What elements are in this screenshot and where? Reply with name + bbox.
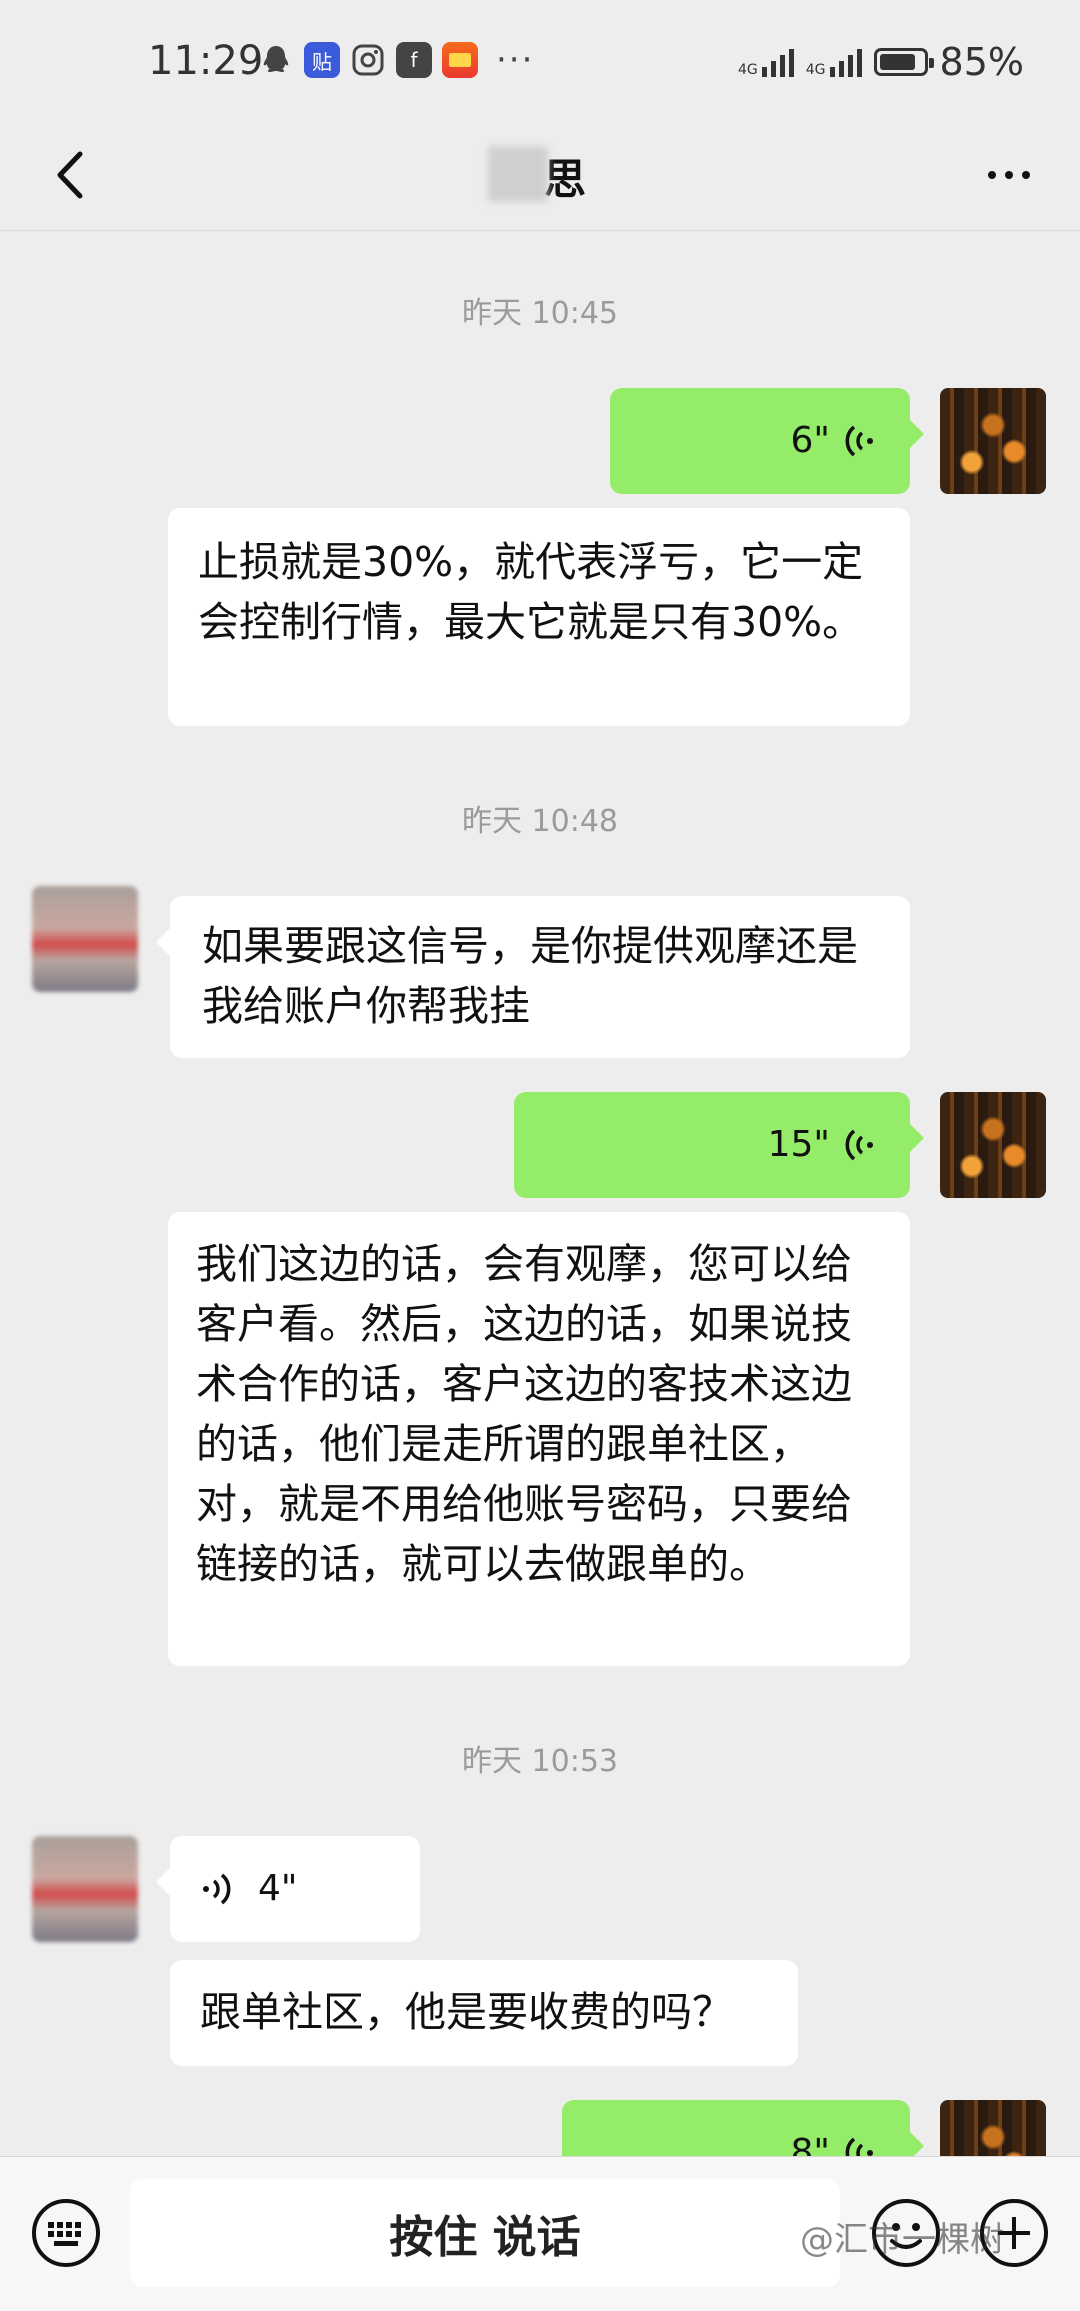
avatar-self[interactable] [940, 1092, 1046, 1198]
message-text-transcript: 止损就是30%，就代表浮亏，它一定会控制行情，最大它就是只有30%。 [168, 508, 910, 726]
message-text-transcript: 我们这边的话，会有观摩，您可以给客户看。然后，这边的话，如果说技术合作的话，客户… [168, 1212, 910, 1666]
voice-wave-icon [203, 1873, 231, 1905]
more-notifications: ··· [496, 40, 535, 80]
voice-message-outgoing[interactable]: 15" [514, 1092, 924, 1198]
voice-wave-icon [845, 1129, 873, 1161]
keyboard-button[interactable] [30, 2197, 102, 2269]
message-text-incoming: 如果要跟这信号，是你提供观摩还是我给账户你帮我挂 [156, 896, 910, 1058]
signal-icon-1 [761, 47, 794, 77]
facebook-icon: f [396, 42, 432, 78]
instagram-icon [350, 42, 386, 78]
keyboard-icon [32, 2199, 100, 2267]
battery-percent: 85% [939, 40, 1024, 84]
title-redaction [488, 146, 548, 202]
battery-icon [873, 48, 934, 76]
status-bar: 11:29 贴 f ··· 4G 4G 85% [0, 0, 1080, 120]
chat-header: 思 [0, 120, 1080, 231]
voice-duration: 6" [790, 420, 830, 461]
timestamp: 昨天 10:48 [462, 804, 618, 839]
app-icon [442, 42, 478, 78]
more-options-button[interactable] [974, 140, 1044, 210]
more-dots-icon [988, 171, 996, 179]
timestamp: 昨天 10:53 [462, 1744, 618, 1779]
signal-icon-2 [829, 47, 862, 77]
network-label-2: 4G [805, 62, 826, 78]
voice-duration: 15" [767, 1124, 830, 1165]
voice-message-outgoing[interactable]: 6" [610, 388, 924, 494]
qq-icon [258, 42, 294, 78]
message-text-transcript: 跟单社区，他是要收费的吗？ [170, 1960, 798, 2066]
status-right: 4G 4G 85% [738, 40, 1024, 84]
avatar-contact[interactable] [32, 886, 138, 992]
voice-duration: 4" [258, 1868, 298, 1909]
avatar-self[interactable] [940, 388, 1046, 494]
watermark: @汇市一棵树 [800, 2220, 1004, 2260]
voice-message-incoming[interactable]: 4" [156, 1836, 420, 1942]
timestamp: 昨天 10:45 [462, 296, 618, 331]
voice-wave-icon [845, 425, 873, 457]
avatar-contact[interactable] [32, 1836, 138, 1942]
hold-to-talk-button[interactable]: 按住 说话 [130, 2179, 840, 2287]
status-time: 11:29 [148, 38, 264, 84]
notification-icons: 贴 f ··· [258, 40, 534, 80]
network-label-1: 4G [738, 62, 758, 78]
tieba-icon: 贴 [304, 42, 340, 78]
